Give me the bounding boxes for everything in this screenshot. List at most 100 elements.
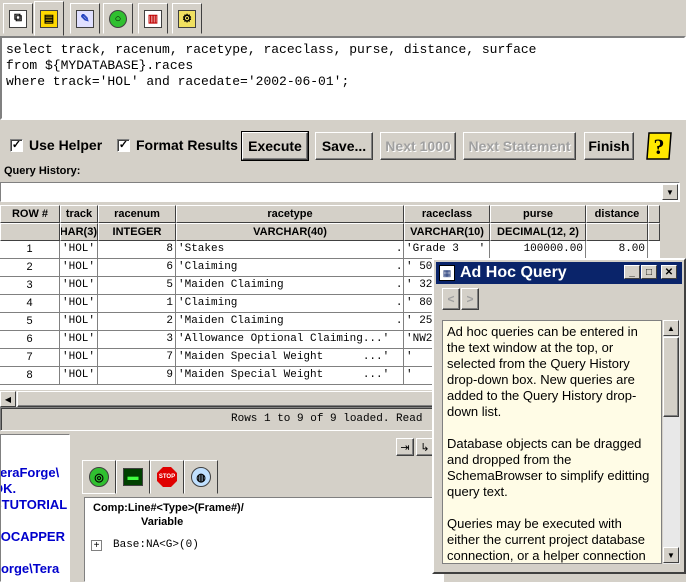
use-helper-checkbox[interactable]: ✓ — [10, 139, 23, 152]
tab-settings[interactable]: ⚙ — [172, 3, 202, 34]
row-number-cell[interactable]: 2 — [0, 259, 60, 277]
table-cell[interactable]: 'HOL' — [60, 331, 98, 349]
window-title: Ad Hoc Query — [460, 264, 567, 281]
sql-line-2: from ${MYDATABASE}.races — [6, 58, 194, 73]
tab-database[interactable]: ▤ — [34, 1, 64, 36]
column-header[interactable]: raceclass — [404, 205, 490, 223]
table-cell[interactable]: 9 — [98, 367, 176, 385]
table-cell[interactable]: 'HOL' — [60, 259, 98, 277]
column-header[interactable]: distance — [586, 205, 648, 223]
table-cell[interactable]: 3 — [98, 331, 176, 349]
debug-tree-item[interactable]: Base:NA<G>(0) — [113, 539, 199, 551]
execute-button[interactable]: Execute — [241, 131, 309, 161]
table-cell[interactable]: 'Maiden Special Weight ...' — [176, 367, 404, 385]
next-1000-button[interactable]: Next 1000 — [380, 132, 456, 160]
row-number-cell[interactable]: 8 — [0, 367, 60, 385]
monitor-icon: ▬ — [123, 468, 143, 486]
window-title-bar[interactable]: ▦ Ad Hoc Query _ □ ✕ — [436, 262, 682, 284]
dropdown-arrow-icon[interactable]: ▼ — [662, 184, 678, 200]
column-header[interactable]: racetype — [176, 205, 404, 223]
table-cell[interactable]: 6 — [98, 259, 176, 277]
tab-debug-search[interactable]: ◎ — [82, 460, 116, 494]
table-cell[interactable]: 'Stakes ...' — [176, 241, 404, 259]
close-button[interactable]: ✕ — [661, 265, 677, 279]
row-number-cell[interactable]: 3 — [0, 277, 60, 295]
table-cell[interactable]: 'HOL' — [60, 241, 98, 259]
tab-copy[interactable]: ⧉ — [3, 3, 33, 34]
save-button[interactable]: Save... — [315, 132, 373, 160]
help-vertical-scrollbar[interactable]: ▲ ▼ — [663, 320, 680, 564]
row-number-cell[interactable]: 6 — [0, 331, 60, 349]
scroll-up-icon[interactable]: ▲ — [663, 320, 679, 336]
table-cell[interactable]: 'Grade 3 ' — [404, 241, 490, 259]
format-results-label: Format Results — [136, 137, 238, 153]
type-header: VARCHAR(40) — [176, 223, 404, 241]
svg-text:?: ? — [654, 134, 665, 159]
tree-item[interactable]: TeraForge\ — [1, 465, 59, 480]
finish-button[interactable]: Finish — [584, 132, 634, 160]
table-cell[interactable]: 8 — [98, 241, 176, 259]
table-cell[interactable]: 100000.00 — [490, 241, 586, 259]
scroll-left-icon[interactable]: ◀ — [0, 391, 16, 407]
table-cell[interactable]: 'HOL' — [60, 295, 98, 313]
debug-header-line2: Variable — [141, 516, 184, 528]
help-scroll-thumb[interactable] — [663, 337, 679, 417]
row-number-cell[interactable]: 5 — [0, 313, 60, 331]
forward-button[interactable]: > — [461, 288, 479, 310]
scroll-thumb[interactable] — [17, 391, 437, 407]
query-history-dropdown[interactable] — [0, 182, 680, 202]
status-bar: Rows 1 to 9 of 9 loaded. Read — [0, 407, 440, 431]
column-header[interactable]: ROW # — [0, 205, 60, 223]
table-cell[interactable]: 'Claiming ...' — [176, 259, 404, 277]
tab-chart[interactable]: ▥ — [138, 3, 168, 34]
tree-item[interactable]: Forge\Tera — [1, 561, 59, 576]
column-header[interactable]: purse — [490, 205, 586, 223]
top-toolbar: ⧉ ▤ ✎ ○ ▥ ⚙ — [0, 0, 686, 36]
tab-search[interactable]: ○ — [103, 3, 133, 34]
column-header[interactable]: track — [60, 205, 98, 223]
scroll-down-icon[interactable]: ▼ — [663, 547, 679, 563]
step-over-icon[interactable]: ⇥ — [396, 438, 414, 456]
question-help-icon[interactable]: ? — [643, 131, 675, 161]
table-cell[interactable]: 'Maiden Claiming ...' — [176, 313, 404, 331]
maximize-button[interactable]: □ — [641, 265, 657, 279]
row-number-cell[interactable]: 1 — [0, 241, 60, 259]
tab-query-wizard[interactable]: ✎ — [70, 3, 100, 34]
table-cell[interactable]: 'Allowance Optional Claiming...' — [176, 331, 404, 349]
next-statement-button[interactable]: Next Statement — [463, 132, 576, 160]
minimize-button[interactable]: _ — [624, 265, 640, 279]
table-cell[interactable]: 'HOL' — [60, 277, 98, 295]
sql-editor[interactable]: select track, racenum, racetype, racecla… — [0, 36, 686, 120]
tab-stop[interactable]: STOP — [150, 460, 184, 494]
help-paragraph: Queries may be executed with either the … — [447, 516, 646, 563]
back-button[interactable]: < — [442, 288, 460, 310]
row-number-cell[interactable]: 7 — [0, 349, 60, 367]
table-cell[interactable]: 5 — [98, 277, 176, 295]
tree-item[interactable]: TOCAPPER — [1, 529, 65, 544]
sql-line-1: select track, racenum, racetype, racecla… — [6, 42, 537, 57]
tree-item[interactable]: OK. — [1, 481, 16, 496]
table-cell[interactable]: 'Maiden Special Weight ...' — [176, 349, 404, 367]
help-text: Ad hoc queries can be entered in the tex… — [442, 320, 662, 564]
tab-monitor[interactable]: ▬ — [116, 460, 150, 494]
row-number-cell[interactable]: 4 — [0, 295, 60, 313]
project-tree[interactable]: TeraForge\ OK. STUTORIAL TOCAPPER Forge\… — [0, 434, 70, 582]
globe-icon: ◍ — [191, 467, 211, 487]
tree-item[interactable]: STUTORIAL — [1, 497, 67, 512]
table-cell[interactable]: 1 — [98, 295, 176, 313]
table-cell[interactable]: 7 — [98, 349, 176, 367]
table-cell[interactable]: 'HOL' — [60, 313, 98, 331]
query-history-label: Query History: — [4, 165, 81, 177]
bar-chart-icon: ▥ — [144, 9, 162, 28]
tab-globe[interactable]: ◍ — [184, 460, 218, 494]
table-cell[interactable]: 'HOL' — [60, 367, 98, 385]
table-cell[interactable]: 'Claiming ...' — [176, 295, 404, 313]
table-cell[interactable]: 'HOL' — [60, 349, 98, 367]
table-cell[interactable]: 2 — [98, 313, 176, 331]
table-cell[interactable]: 8.00 — [586, 241, 648, 259]
column-header[interactable]: racenum — [98, 205, 176, 223]
expand-icon[interactable]: + — [91, 540, 102, 551]
format-results-checkbox[interactable]: ✓ — [117, 139, 130, 152]
table-cell[interactable]: 'Maiden Claiming ...' — [176, 277, 404, 295]
folder-database-icon: ▤ — [40, 9, 58, 28]
